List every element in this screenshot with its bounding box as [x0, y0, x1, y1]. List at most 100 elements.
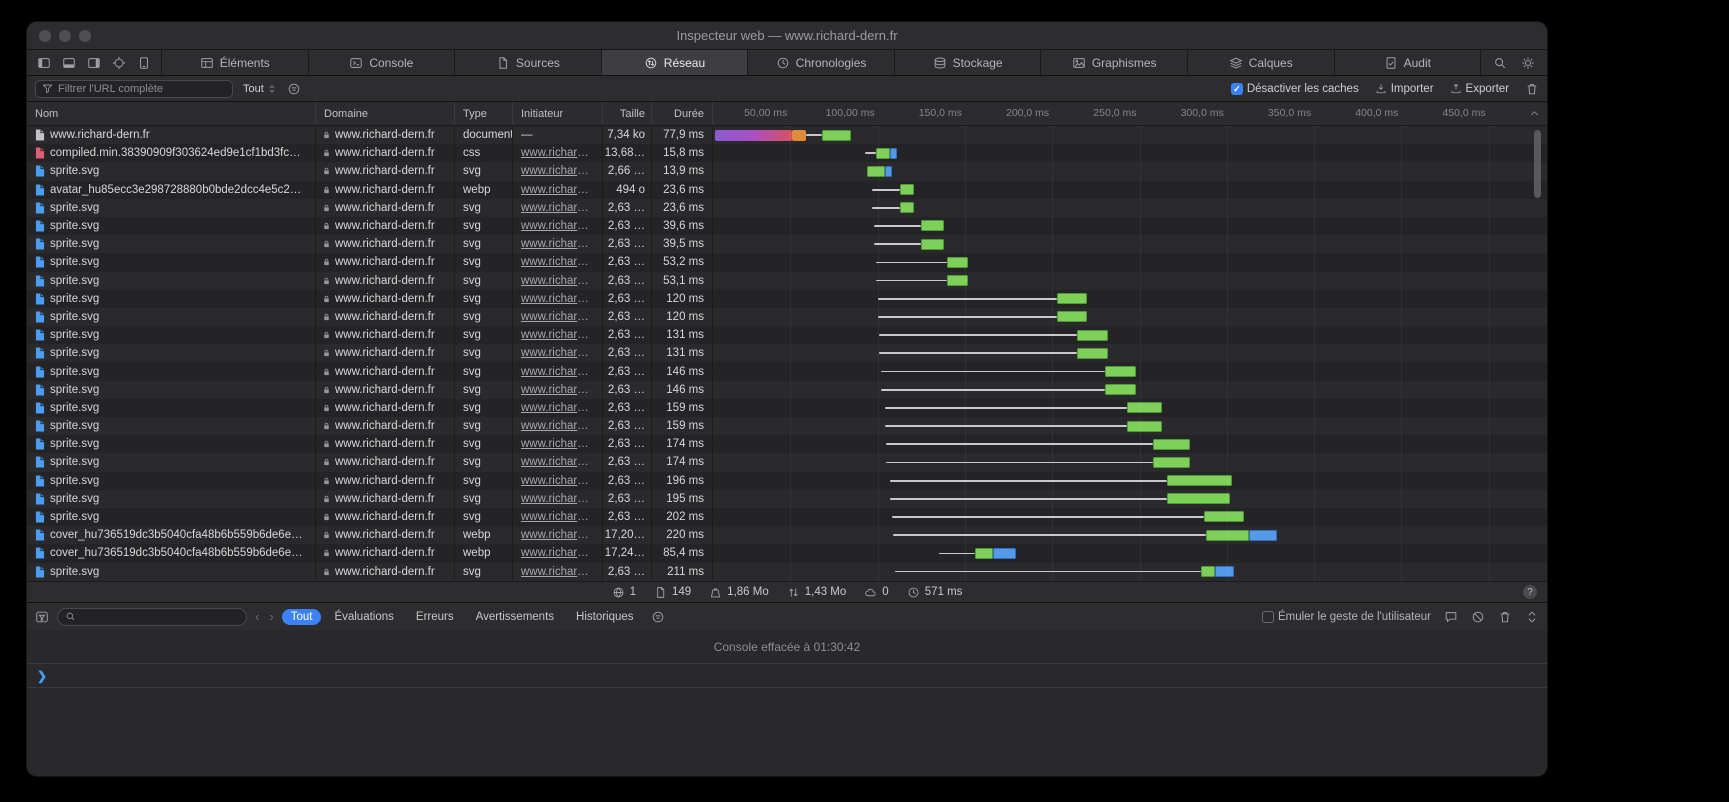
console-filter-icon[interactable] [35, 610, 49, 624]
table-row[interactable]: sprite.svg www.richard-dern.fr svg www.r… [27, 217, 1547, 235]
table-row[interactable]: sprite.svg www.richard-dern.fr svg www.r… [27, 362, 1547, 380]
disable-caches-checkbox[interactable]: ✓ Désactiver les caches [1231, 83, 1359, 95]
export-button[interactable]: Exporter [1450, 83, 1509, 95]
request-initiator-link[interactable]: www.richard-d… [521, 366, 594, 378]
request-initiator-link[interactable]: www.richard-d… [521, 566, 594, 578]
request-initiator-link[interactable]: www.richard-d… [521, 547, 594, 559]
console-messages-icon[interactable] [1444, 610, 1458, 624]
tab-elements[interactable]: Éléments [162, 50, 309, 75]
tab-storage[interactable]: Stockage [895, 50, 1042, 75]
request-initiator-link[interactable]: www.richard-d… [521, 147, 594, 159]
table-row[interactable]: cover_hu736519dc3b5040cfa48b6b559b6de6ec… [27, 526, 1547, 544]
trash-icon[interactable] [1498, 610, 1512, 624]
request-initiator-link[interactable]: www.richard-d… [521, 220, 594, 232]
dock-right-icon[interactable] [87, 56, 101, 70]
request-initiator-link[interactable]: www.richard-d… [521, 420, 594, 432]
table-row[interactable]: www.richard-dern.fr www.richard-dern.fr … [27, 126, 1547, 144]
more-filters-icon[interactable] [651, 610, 665, 624]
request-initiator-link[interactable]: www.richard-d… [521, 256, 594, 268]
title-bar[interactable]: Inspecteur web — www.richard-dern.fr [27, 22, 1547, 50]
request-initiator-link[interactable]: www.richard-d… [521, 511, 594, 523]
table-row[interactable]: sprite.svg www.richard-dern.fr svg www.r… [27, 344, 1547, 362]
resource-type-select[interactable]: Tout [243, 83, 277, 95]
clear-console-icon[interactable] [1471, 610, 1485, 624]
request-initiator-link[interactable]: www.richard-d… [521, 275, 594, 287]
table-row[interactable]: sprite.svg www.richard-dern.fr svg www.r… [27, 417, 1547, 435]
console-tab-evaluations[interactable]: Évaluations [325, 609, 402, 625]
table-row[interactable]: sprite.svg www.richard-dern.fr svg www.r… [27, 381, 1547, 399]
device-icon[interactable] [137, 56, 151, 70]
table-row[interactable]: sprite.svg www.richard-dern.fr svg www.r… [27, 472, 1547, 490]
request-initiator-link[interactable]: www.richard-d… [521, 184, 594, 196]
table-row[interactable]: sprite.svg www.richard-dern.fr svg www.r… [27, 326, 1547, 344]
column-header-size[interactable]: Taille [603, 102, 652, 125]
request-initiator-link[interactable]: www.richard-d… [521, 402, 594, 414]
collapse-timeline-icon[interactable] [1529, 108, 1540, 119]
table-row[interactable]: compiled.min.38390909f303624ed9e1cf1bd3f… [27, 144, 1547, 162]
next-scope-icon[interactable]: › [269, 609, 273, 624]
column-header-initiator[interactable]: Initiateur [513, 102, 603, 125]
table-row[interactable]: sprite.svg www.richard-dern.fr svg www.r… [27, 290, 1547, 308]
console-tab-logs[interactable]: Historiques [567, 609, 643, 625]
dock-bottom-icon[interactable] [62, 56, 76, 70]
console-prompt-row[interactable]: ❯ [27, 664, 1547, 688]
request-initiator-link[interactable]: www.richard-d… [521, 202, 594, 214]
tab-graphics[interactable]: Graphismes [1041, 50, 1188, 75]
expand-console-icon[interactable] [1525, 610, 1539, 624]
table-row[interactable]: sprite.svg www.richard-dern.fr svg www.r… [27, 453, 1547, 471]
table-row[interactable]: sprite.svg www.richard-dern.fr svg www.r… [27, 199, 1547, 217]
table-row[interactable]: sprite.svg www.richard-dern.fr svg www.r… [27, 435, 1547, 453]
url-filter-input[interactable]: Filtrer l'URL complète [35, 80, 233, 98]
table-row[interactable]: sprite.svg www.richard-dern.fr svg www.r… [27, 272, 1547, 290]
column-header-name[interactable]: Nom [27, 102, 316, 125]
table-row[interactable]: sprite.svg www.richard-dern.fr svg www.r… [27, 490, 1547, 508]
minimize-window-button[interactable] [59, 30, 71, 42]
console-tab-all[interactable]: Tout [282, 609, 322, 625]
request-initiator-link[interactable]: www.richard-d… [521, 238, 594, 250]
table-row[interactable]: sprite.svg www.richard-dern.fr svg www.r… [27, 308, 1547, 326]
request-initiator-link[interactable]: www.richard-d… [521, 493, 594, 505]
element-picker-icon[interactable] [112, 56, 126, 70]
console-search-input[interactable] [57, 608, 247, 626]
zoom-window-button[interactable] [79, 30, 91, 42]
table-row[interactable]: avatar_hu85ecc3e298728880b0bde2dcc4e5c23… [27, 181, 1547, 199]
table-row[interactable]: sprite.svg www.richard-dern.fr svg www.r… [27, 162, 1547, 180]
table-row[interactable]: sprite.svg www.richard-dern.fr svg www.r… [27, 508, 1547, 526]
status-filter-icon[interactable] [287, 82, 301, 96]
column-header-type[interactable]: Type [455, 102, 513, 125]
table-row[interactable]: sprite.svg www.richard-dern.fr svg www.r… [27, 253, 1547, 271]
request-initiator-link[interactable]: www.richard-d… [521, 475, 594, 487]
request-initiator-link[interactable]: www.richard-d… [521, 311, 594, 323]
request-initiator-link[interactable]: www.richard-d… [521, 529, 594, 541]
request-initiator-link[interactable]: www.richard-d… [521, 384, 594, 396]
tab-timelines[interactable]: Chronologies [748, 50, 895, 75]
search-icon[interactable] [1493, 56, 1507, 70]
console-tab-errors[interactable]: Erreurs [407, 609, 463, 625]
vertical-scrollbar[interactable] [1534, 130, 1541, 198]
tab-network[interactable]: Réseau [602, 50, 749, 75]
table-row[interactable]: sprite.svg www.richard-dern.fr svg www.r… [27, 399, 1547, 417]
request-initiator-link[interactable]: www.richard-d… [521, 347, 594, 359]
tab-sources[interactable]: Sources [455, 50, 602, 75]
tab-audit[interactable]: Audit [1335, 50, 1482, 75]
column-header-duration[interactable]: Durée [652, 102, 713, 125]
table-row[interactable]: cover_hu736519dc3b5040cfa48b6b559b6de6ec… [27, 544, 1547, 562]
trash-icon[interactable] [1525, 82, 1539, 96]
request-initiator-link[interactable]: www.richard-d… [521, 165, 594, 177]
help-button[interactable]: ? [1523, 585, 1537, 599]
request-initiator-link[interactable]: www.richard-d… [521, 293, 594, 305]
request-initiator-link[interactable]: www.richard-d… [521, 456, 594, 468]
tab-layers[interactable]: Calques [1188, 50, 1335, 75]
dock-left-icon[interactable] [37, 56, 51, 70]
table-row[interactable]: sprite.svg www.richard-dern.fr svg www.r… [27, 563, 1547, 581]
console-tab-warnings[interactable]: Avertissements [467, 609, 563, 625]
gear-icon[interactable] [1521, 56, 1535, 70]
tab-console[interactable]: Console [309, 50, 456, 75]
column-header-domain[interactable]: Domaine [316, 102, 455, 125]
emulate-user-gesture-checkbox[interactable]: Émuler le geste de l'utilisateur [1262, 611, 1431, 623]
table-row[interactable]: sprite.svg www.richard-dern.fr svg www.r… [27, 235, 1547, 253]
request-initiator-link[interactable]: www.richard-d… [521, 329, 594, 341]
import-button[interactable]: Importer [1375, 83, 1434, 95]
close-window-button[interactable] [39, 30, 51, 42]
previous-scope-icon[interactable]: ‹ [255, 609, 259, 624]
